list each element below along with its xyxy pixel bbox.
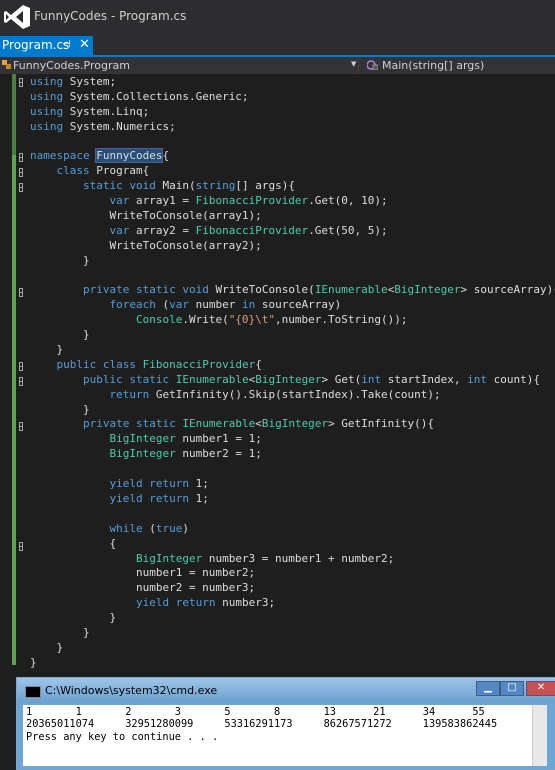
code-line: var array2 = FibonacciProvider.Get(50, 5… xyxy=(109,223,388,237)
source-code[interactable]: using System; using System.Collections.Ge… xyxy=(30,75,555,671)
code-line: yield return 1; xyxy=(109,491,209,505)
console-output: 1 1 2 3 5 8 13 21 34 55 20365011074 3295… xyxy=(26,706,498,743)
code-line: private static void WriteToConsole(IEnum… xyxy=(82,283,555,297)
collapse-icon[interactable] xyxy=(19,362,23,371)
code-line: number2 = number3; xyxy=(30,581,256,595)
code-line: using System.Collections.Generic; xyxy=(30,89,249,103)
code-line: using System.Linq; xyxy=(30,104,150,118)
code-line: BigInteger number1 = 1; xyxy=(109,432,262,446)
code-line: class Program{ xyxy=(56,164,150,178)
vertical-scrollbar[interactable] xyxy=(532,705,547,766)
code-line: WriteToConsole(array1); xyxy=(30,209,262,223)
pin-icon[interactable]: ⊣ xyxy=(62,39,71,50)
code-line: } xyxy=(30,625,90,639)
code-line: Console.Write("{0}\t",number.ToString())… xyxy=(135,313,408,327)
code-line: yield return number3; xyxy=(135,596,276,610)
chevron-down-icon: ▼ xyxy=(351,60,357,68)
collapse-icon[interactable] xyxy=(19,288,23,297)
collapse-icon[interactable] xyxy=(19,78,23,87)
code-line: WriteToConsole(array2); xyxy=(30,238,262,252)
code-line: } xyxy=(30,611,117,625)
minimize-button[interactable]: ▁ xyxy=(476,681,500,696)
maximize-button[interactable]: □ xyxy=(500,681,524,696)
collapse-icon[interactable] xyxy=(19,542,23,551)
code-line: public class FibonacciProvider{ xyxy=(56,357,262,371)
type-dropdown-label: FunnyCodes.Program xyxy=(13,59,130,72)
collapse-icon[interactable] xyxy=(19,183,23,192)
code-line: } xyxy=(30,253,90,267)
code-line: { xyxy=(30,536,117,550)
console-window[interactable]: C:\Windows\system32\cmd.exe ▁ □ ✕ 1 1 2 … xyxy=(16,677,555,770)
code-line: } xyxy=(30,343,64,357)
code-line: BigInteger number2 = 1; xyxy=(109,447,262,461)
class-icon xyxy=(2,60,11,69)
close-tab-icon[interactable]: ✕ xyxy=(79,37,90,52)
code-line: number1 = number2; xyxy=(30,566,256,580)
code-line: } xyxy=(30,328,90,342)
collapse-icon[interactable] xyxy=(19,377,23,386)
code-line: static void Main(string[] args){ xyxy=(82,179,295,193)
code-line: namespace FunnyCodes{ xyxy=(30,148,170,164)
code-line: foreach (var number in sourceArray) xyxy=(109,298,342,312)
code-line: public static IEnumerable<BigInteger> Ge… xyxy=(82,372,541,386)
code-line: return GetInfinity().Skip(startIndex).Ta… xyxy=(109,387,441,401)
member-dropdown-label: Main(string[] args) xyxy=(382,59,485,72)
console-title-bar[interactable]: C:\Windows\system32\cmd.exe ▁ □ ✕ xyxy=(17,678,555,703)
change-indicator-bar xyxy=(12,155,16,665)
tab-label: Program.cs xyxy=(2,38,70,52)
collapse-icon[interactable] xyxy=(19,168,23,177)
console-output-area[interactable]: 1 1 2 3 5 8 13 21 34 55 20365011074 3295… xyxy=(23,705,547,766)
code-line: using System; xyxy=(30,75,117,88)
close-button[interactable]: ✕ xyxy=(526,681,555,696)
code-line: yield return 1; xyxy=(109,477,209,491)
code-editor[interactable]: using System; using System.Collections.Ge… xyxy=(0,74,555,677)
code-line: using System.Numerics; xyxy=(30,119,176,133)
visual-studio-logo-icon xyxy=(4,5,30,29)
collapse-icon[interactable] xyxy=(19,153,23,162)
console-title: C:\Windows\system32\cmd.exe xyxy=(45,684,218,697)
collapse-icon[interactable] xyxy=(19,422,23,431)
code-line: var array1 = FibonacciProvider.Get(0, 10… xyxy=(109,194,388,208)
code-line: } xyxy=(30,655,37,669)
code-line: } xyxy=(30,402,90,416)
console-icon xyxy=(25,686,41,698)
code-line: private static IEnumerable<BigInteger> G… xyxy=(82,417,435,431)
method-icon xyxy=(367,60,378,70)
code-line: } xyxy=(30,640,64,654)
code-line: while (true) xyxy=(109,521,189,535)
window-title: FunnyCodes - Program.cs xyxy=(34,9,187,23)
code-line: BigInteger number3 = number1 + number2; xyxy=(135,551,395,565)
document-tab-strip: Program.cs ⊣ ✕ xyxy=(0,34,555,57)
navigation-bar: FunnyCodes.Program ▼ Main(string[] args) xyxy=(0,57,555,74)
title-bar: FunnyCodes - Program.cs xyxy=(0,0,555,34)
tab-program-cs[interactable]: Program.cs ⊣ ✕ xyxy=(0,36,93,55)
type-dropdown[interactable]: FunnyCodes.Program ▼ xyxy=(0,57,359,73)
